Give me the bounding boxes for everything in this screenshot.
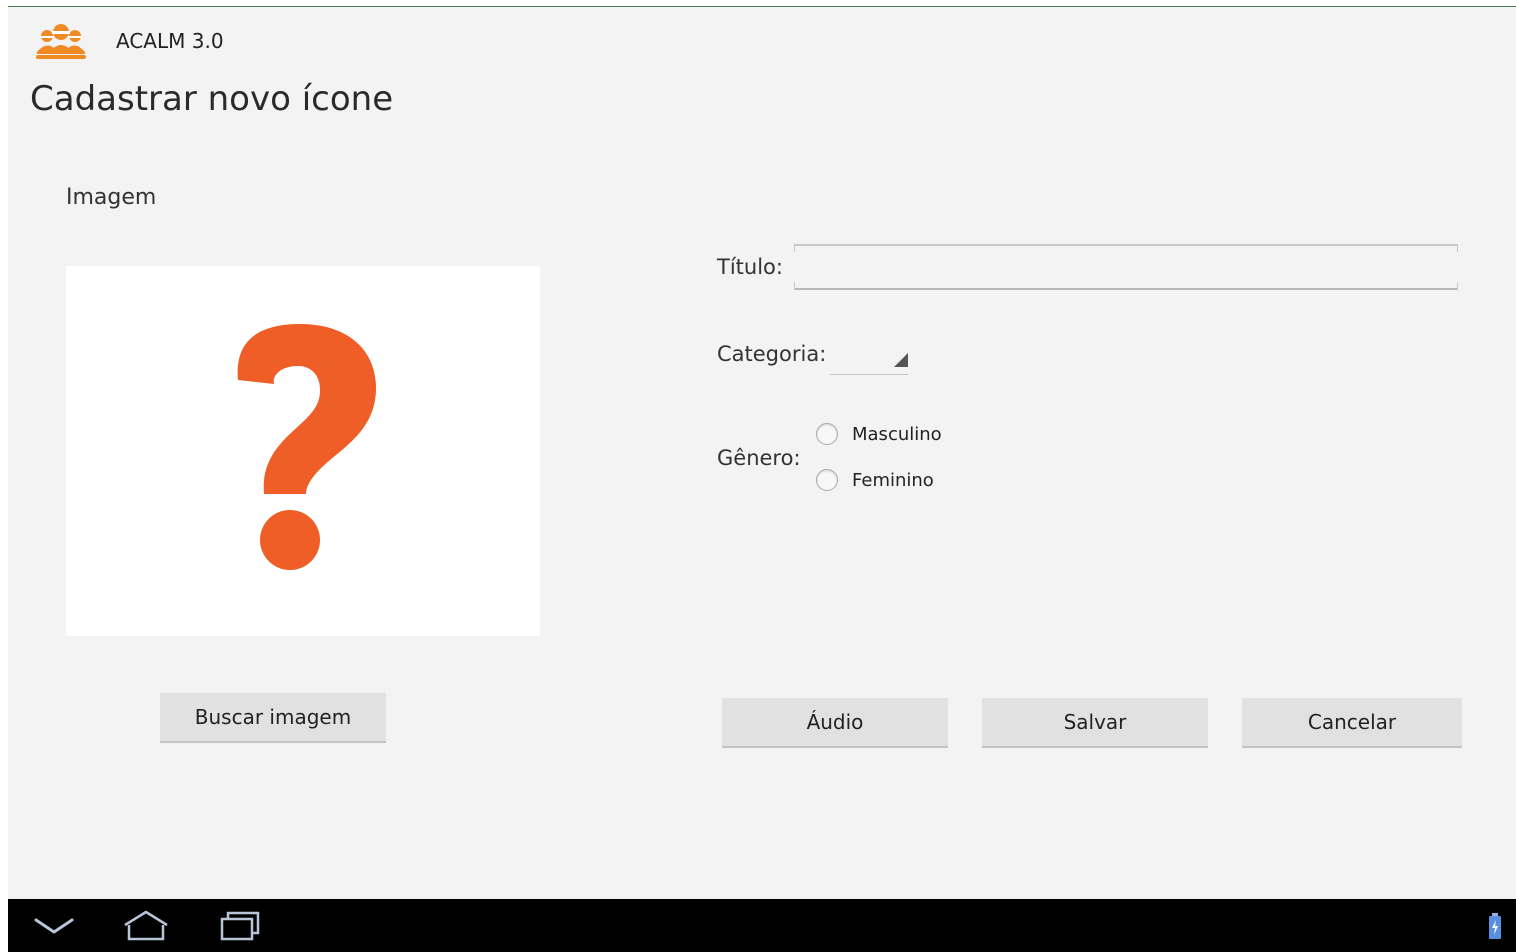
action-bar: ACALM 3.0 xyxy=(8,7,1516,77)
image-label: Imagem xyxy=(66,185,157,210)
radio-feminino-label: Feminino xyxy=(852,469,934,491)
genero-label: Gênero: xyxy=(717,446,801,470)
titulo-input[interactable] xyxy=(794,244,1458,290)
radio-feminino[interactable]: Feminino xyxy=(816,469,934,491)
search-image-button[interactable]: Buscar imagem xyxy=(160,693,386,743)
home-button[interactable] xyxy=(116,899,176,952)
audio-button[interactable]: Áudio xyxy=(722,698,948,748)
radio-button-icon[interactable] xyxy=(816,469,838,491)
input-corner-right xyxy=(1457,282,1458,290)
save-button[interactable]: Salvar xyxy=(982,698,1208,748)
app-screen: ACALM 3.0 Cadastrar novo ícone Imagem Bu… xyxy=(8,6,1516,952)
home-icon xyxy=(124,910,168,941)
input-corner-top-right xyxy=(1457,244,1458,252)
spinner-arrow-icon xyxy=(894,353,908,367)
back-button[interactable] xyxy=(26,899,82,952)
question-mark-icon xyxy=(237,324,376,570)
input-corner-left xyxy=(794,282,795,290)
radio-button-icon[interactable] xyxy=(816,423,838,445)
people-group-icon xyxy=(36,24,86,59)
categoria-spinner[interactable] xyxy=(830,341,908,375)
categoria-label: Categoria: xyxy=(717,342,827,366)
chevron-down-icon xyxy=(34,918,74,934)
recent-apps-icon xyxy=(220,911,260,941)
radio-masculino[interactable]: Masculino xyxy=(816,423,942,445)
image-preview xyxy=(66,266,540,636)
recent-apps-button[interactable] xyxy=(210,899,270,952)
cancel-button[interactable]: Cancelar xyxy=(1242,698,1462,748)
app-title: ACALM 3.0 xyxy=(116,29,224,53)
system-navigation-bar xyxy=(8,899,1516,952)
input-corner-top-left xyxy=(794,244,795,252)
page-title: Cadastrar novo ícone xyxy=(30,79,394,119)
titulo-label: Título: xyxy=(717,255,783,279)
radio-masculino-label: Masculino xyxy=(852,423,942,445)
battery-charging-icon xyxy=(1489,913,1501,939)
